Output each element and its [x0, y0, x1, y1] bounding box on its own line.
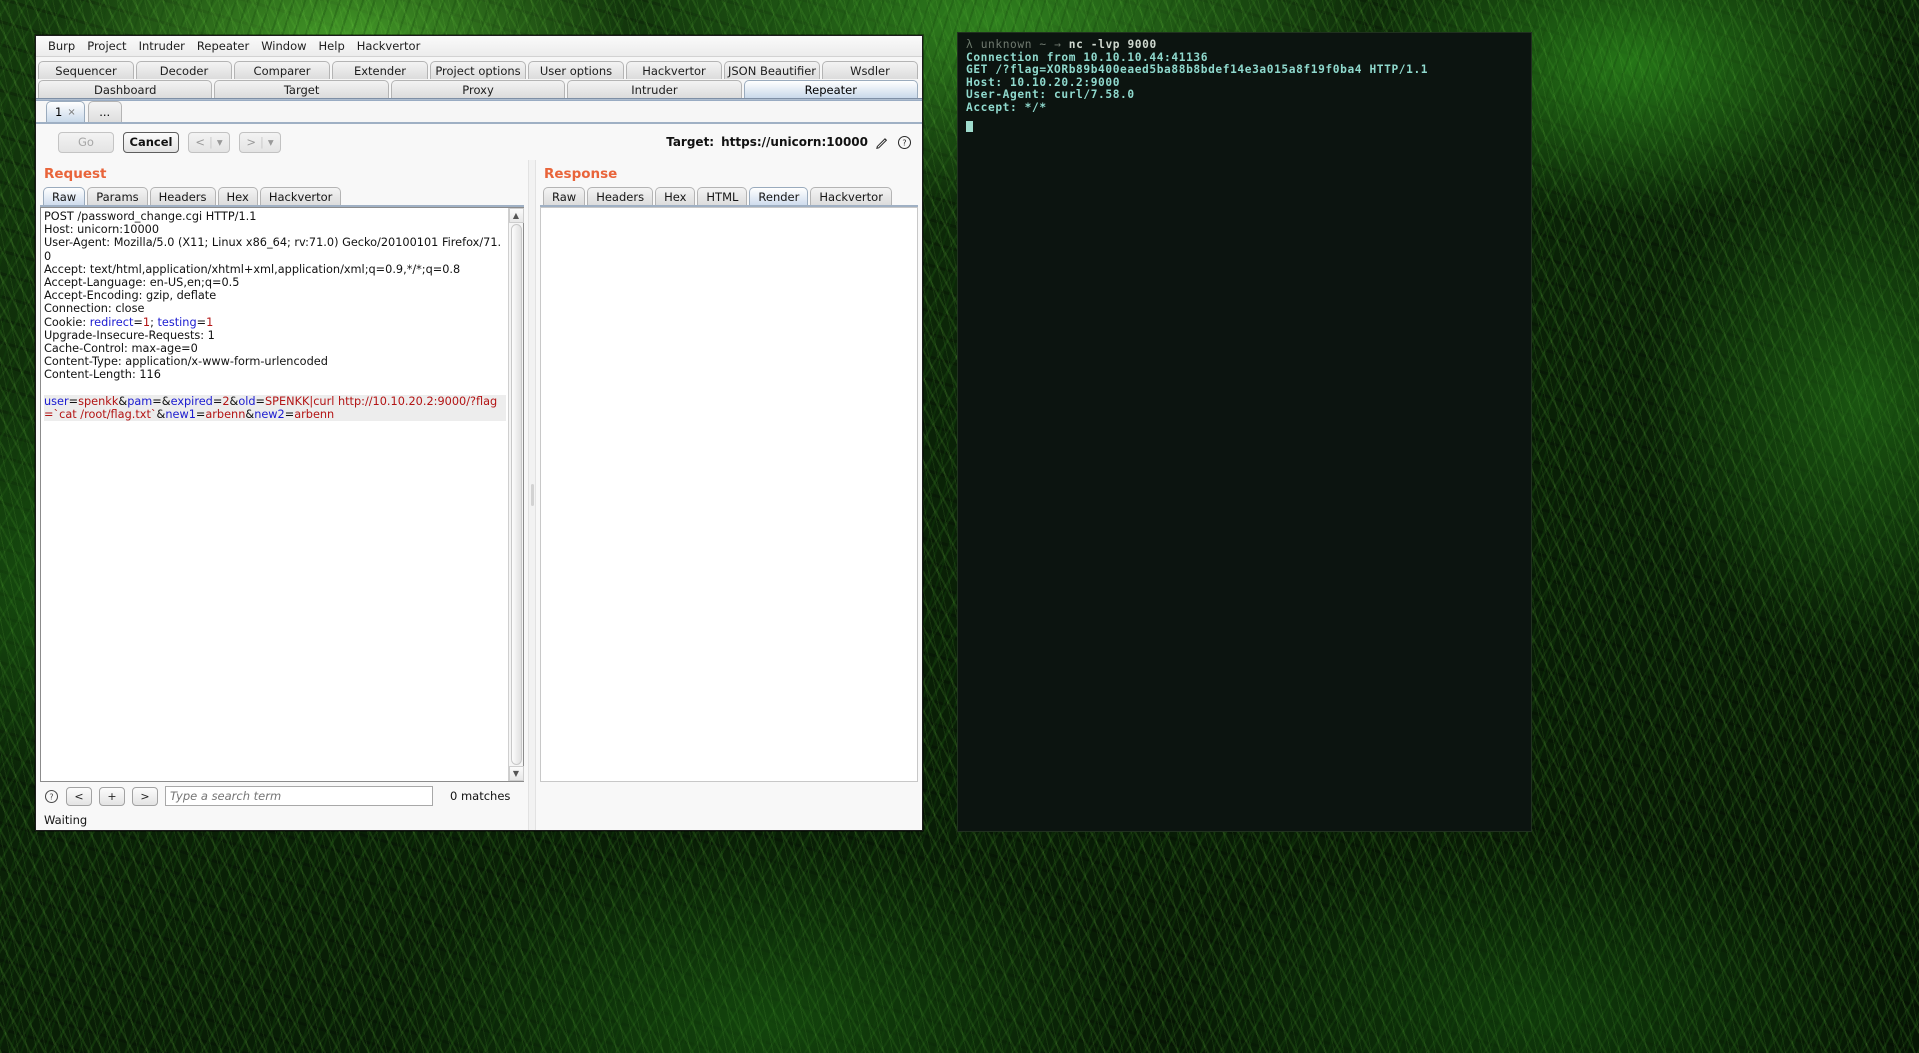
terminal-line-get: GET /?flag=XORb89b400eaed5ba88b8bdef14e3… [966, 63, 1429, 77]
repeater-toolbar: Go Cancel < | ▾ > | ▾ Target: https://un… [36, 124, 922, 160]
help-icon[interactable]: ? [44, 789, 59, 804]
response-tab-html[interactable]: HTML [697, 187, 748, 205]
request-editor[interactable]: POST /password_change.cgi HTTP/1.1 Host:… [41, 208, 508, 781]
repeater-tab-1[interactable]: 1 × [46, 101, 85, 122]
terminal-cursor [966, 115, 1523, 136]
top-tab-row-1: Sequencer Decoder Comparer Extender Proj… [36, 60, 922, 79]
repeater-tab-label: 1 [55, 105, 63, 119]
tab-hackvertor[interactable]: Hackvertor [626, 61, 722, 79]
request-search-bar: ? < + > 0 matches [36, 782, 528, 810]
search-input[interactable] [165, 786, 433, 806]
divider: | [208, 135, 213, 149]
tab-sequencer[interactable]: Sequencer [38, 61, 134, 79]
chevron-down-icon: ▾ [267, 135, 274, 149]
tab-user-options[interactable]: User options [528, 61, 624, 79]
search-next-button[interactable]: > [132, 786, 158, 806]
terminal-window[interactable]: λ unknown ~ → nc -lvp 9000 Connection fr… [957, 32, 1532, 832]
request-subtabs: Raw Params Headers Hex Hackvertor [36, 186, 528, 205]
svg-text:?: ? [902, 138, 906, 147]
terminal-prompt-line: λ unknown ~ → nc -lvp 9000 [966, 38, 1523, 52]
tab-wsdler[interactable]: Wsdler [822, 61, 918, 79]
prompt-host: unknown [980, 38, 1033, 51]
scroll-down-icon[interactable]: ▼ [508, 766, 524, 781]
response-subtabs: Raw Headers Hex HTML Render Hackvertor [536, 186, 922, 205]
forward-button[interactable]: > | ▾ [239, 131, 281, 153]
chevron-down-icon: ▾ [216, 135, 223, 149]
terminal-line-accept: Accept: */* [966, 100, 1047, 114]
repeater-tab-strip: 1 × ... [36, 101, 922, 124]
menu-item-intruder[interactable]: Intruder [133, 37, 191, 55]
repeater-tab-new[interactable]: ... [87, 101, 122, 122]
search-add-button[interactable]: + [99, 786, 125, 806]
back-button[interactable]: < | ▾ [188, 131, 230, 153]
menu-item-hackvertor[interactable]: Hackvertor [351, 37, 427, 55]
prompt-lambda-icon: λ [966, 38, 974, 51]
response-tab-hackvertor[interactable]: Hackvertor [810, 187, 892, 205]
response-footer-spacer [536, 782, 922, 830]
prompt-path: ~ [1039, 38, 1047, 51]
go-button[interactable]: Go [58, 131, 114, 153]
menu-item-repeater[interactable]: Repeater [191, 37, 255, 55]
tab-dashboard[interactable]: Dashboard [38, 80, 213, 98]
terminal-line-useragent: User-Agent: curl/7.58.0 [966, 88, 1135, 102]
response-pane: Response Raw Headers Hex HTML Render Hac… [536, 160, 922, 830]
request-tab-params[interactable]: Params [87, 187, 148, 205]
menu-item-help[interactable]: Help [313, 37, 351, 55]
tab-project-options[interactable]: Project options [430, 61, 526, 79]
tab-comparer[interactable]: Comparer [234, 61, 330, 79]
status-bar: Waiting [36, 810, 528, 830]
request-title: Request [44, 166, 107, 182]
tab-proxy[interactable]: Proxy [390, 80, 566, 98]
forward-arrow-icon: > [246, 135, 256, 149]
response-tab-render[interactable]: Render [749, 187, 809, 205]
response-editor[interactable] [541, 208, 917, 781]
terminal-command: nc -lvp 9000 [1068, 38, 1157, 51]
divider: | [259, 135, 264, 149]
request-tab-hackvertor[interactable]: Hackvertor [259, 187, 342, 205]
pencil-icon[interactable] [875, 135, 890, 150]
tab-decoder[interactable]: Decoder [136, 61, 232, 79]
scrollbar-thumb[interactable] [510, 224, 522, 765]
repeater-tab-label: ... [99, 105, 111, 119]
menu-bar: Burp Project Intruder Repeater Window He… [36, 36, 922, 57]
pane-divider[interactable] [528, 160, 536, 830]
search-prev-button[interactable]: < [66, 786, 92, 806]
target-value: https://unicorn:10000 [721, 135, 868, 149]
request-editor-wrap: POST /password_change.cgi HTTP/1.1 Host:… [40, 207, 524, 782]
tab-target[interactable]: Target [214, 80, 389, 98]
tab-extender[interactable]: Extender [332, 61, 428, 79]
response-tab-raw[interactable]: Raw [543, 187, 586, 205]
tab-intruder[interactable]: Intruder [567, 80, 742, 98]
response-tab-hex[interactable]: Hex [655, 187, 696, 205]
back-arrow-icon: < [195, 135, 205, 149]
target-label: Target: [666, 135, 715, 149]
help-icon[interactable]: ? [897, 135, 912, 150]
tab-repeater[interactable]: Repeater [743, 80, 919, 98]
request-pane: Request Raw Params Headers Hex Hackverto… [36, 160, 528, 830]
request-tab-raw[interactable]: Raw [43, 187, 86, 205]
close-icon[interactable]: × [67, 107, 75, 118]
target-area: Target: https://unicorn:10000 ? [666, 135, 912, 150]
scroll-up-icon[interactable]: ▲ [508, 208, 524, 223]
request-tab-headers[interactable]: Headers [149, 187, 216, 205]
match-count: 0 matches [450, 789, 511, 803]
response-title: Response [544, 166, 618, 182]
top-tab-row-2: Dashboard Target Proxy Intruder Repeater [36, 79, 922, 98]
request-scrollbar[interactable]: ▲ ▼ [508, 208, 524, 781]
burp-suite-window: Burp Project Intruder Repeater Window He… [35, 35, 923, 831]
response-tab-headers[interactable]: Headers [587, 187, 654, 205]
cancel-button[interactable]: Cancel [123, 131, 179, 153]
prompt-arrow-icon: → [1054, 38, 1062, 51]
menu-item-window[interactable]: Window [255, 37, 312, 55]
request-tab-hex[interactable]: Hex [217, 187, 258, 205]
menu-item-project[interactable]: Project [81, 37, 132, 55]
svg-text:?: ? [49, 792, 53, 801]
response-editor-wrap [540, 207, 918, 782]
editor-panes: Request Raw Params Headers Hex Hackverto… [36, 160, 922, 830]
tab-json-beautifier[interactable]: JSON Beautifier [724, 61, 820, 79]
menu-item-burp[interactable]: Burp [42, 37, 81, 55]
